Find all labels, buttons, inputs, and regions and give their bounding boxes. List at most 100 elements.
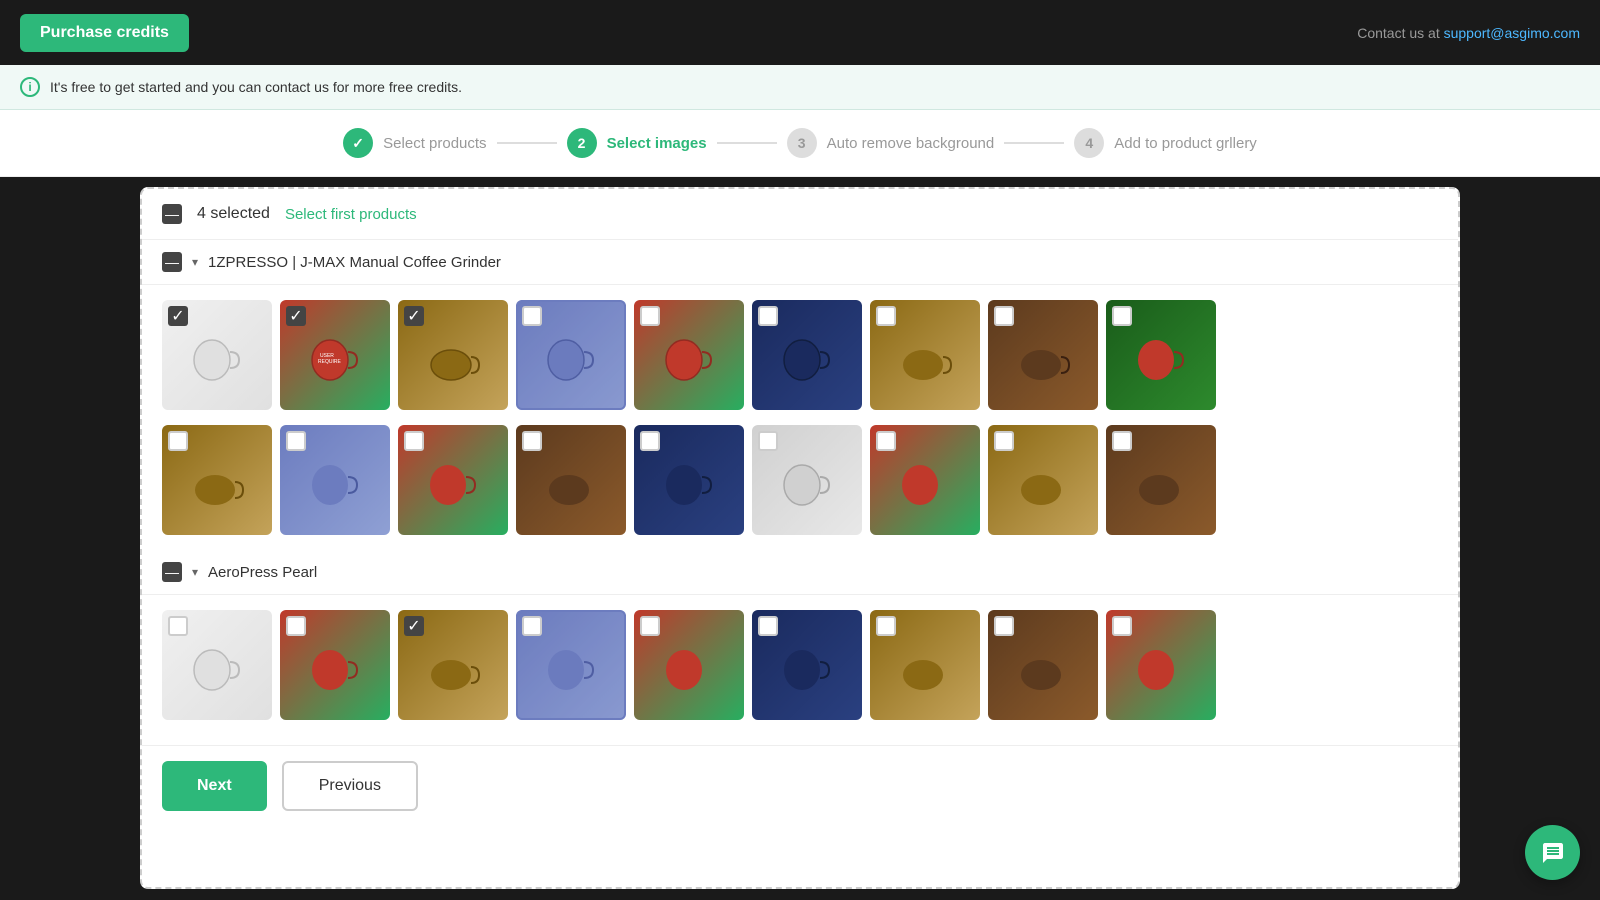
product-2-title: AeroPress Pearl [208, 564, 317, 581]
info-bar: i It's free to get started and you can c… [0, 65, 1600, 110]
image-checkbox[interactable] [404, 431, 424, 451]
step-3-circle: 3 [787, 128, 817, 158]
image-item[interactable] [1106, 610, 1216, 720]
image-item[interactable] [870, 300, 980, 410]
image-checkbox[interactable]: ✓ [286, 306, 306, 326]
image-checkbox[interactable] [168, 616, 188, 636]
image-checkbox[interactable] [758, 431, 778, 451]
product-1-section: — ▾ 1ZPRESSO | J-MAX Manual Coffee Grind… [142, 240, 1458, 550]
image-checkbox[interactable] [1112, 431, 1132, 451]
product-1-chevron: ▾ [192, 255, 198, 269]
image-checkbox[interactable] [168, 431, 188, 451]
product-2-image-grid: ✓ [142, 595, 1458, 735]
next-button[interactable]: Next [162, 761, 267, 811]
contact-label: Contact us at [1357, 25, 1440, 41]
image-item[interactable]: USERREQUIRE ✓ [280, 300, 390, 410]
image-checkbox[interactable]: ✓ [404, 306, 424, 326]
image-item[interactable] [516, 610, 626, 720]
contact-email-link[interactable]: support@asgimo.com [1444, 25, 1580, 41]
image-item[interactable] [988, 300, 1098, 410]
image-checkbox[interactable] [286, 431, 306, 451]
select-all-checkbox[interactable]: — [162, 204, 182, 224]
step-connector-1 [497, 142, 557, 144]
bottom-buttons: Next Previous [142, 745, 1458, 826]
image-item[interactable] [280, 610, 390, 720]
main-content: — 4 selected Select first products — ▾ 1… [0, 177, 1600, 899]
product-1-image-grid-row2 [142, 425, 1458, 550]
product-1-image-grid-row1: ✓ USERREQUIRE ✓ ✓ [142, 285, 1458, 425]
image-item[interactable] [162, 425, 272, 535]
product-1-header[interactable]: — ▾ 1ZPRESSO | J-MAX Manual Coffee Grind… [142, 240, 1458, 285]
purchase-credits-button[interactable]: Purchase credits [20, 14, 189, 52]
image-checkbox[interactable]: ✓ [168, 306, 188, 326]
image-checkbox[interactable] [758, 306, 778, 326]
image-item[interactable] [1106, 425, 1216, 535]
image-item[interactable] [1106, 300, 1216, 410]
image-item[interactable] [634, 610, 744, 720]
image-checkbox[interactable] [522, 306, 542, 326]
image-item[interactable] [752, 425, 862, 535]
selection-header: — 4 selected Select first products [142, 189, 1458, 240]
content-panel: — 4 selected Select first products — ▾ 1… [140, 187, 1460, 889]
previous-button[interactable]: Previous [282, 761, 418, 811]
image-item[interactable]: ✓ [398, 300, 508, 410]
product-1-checkbox[interactable]: — [162, 252, 182, 272]
step-4: 4 Add to product grllery [1074, 128, 1257, 158]
product-1-title: 1ZPRESSO | J-MAX Manual Coffee Grinder [208, 254, 501, 271]
step-4-label: Add to product grllery [1114, 135, 1257, 152]
info-icon: i [20, 77, 40, 97]
image-item[interactable] [162, 610, 272, 720]
image-item[interactable] [988, 610, 1098, 720]
image-checkbox[interactable] [876, 616, 896, 636]
step-4-circle: 4 [1074, 128, 1104, 158]
contact-info: Contact us at support@asgimo.com [1357, 25, 1580, 41]
image-item[interactable] [634, 300, 744, 410]
image-checkbox[interactable] [994, 431, 1014, 451]
step-2-label: Select images [607, 135, 707, 152]
image-checkbox[interactable] [994, 616, 1014, 636]
image-item[interactable] [516, 425, 626, 535]
image-checkbox[interactable] [522, 616, 542, 636]
image-item[interactable]: ✓ [162, 300, 272, 410]
step-2-circle: 2 [567, 128, 597, 158]
image-item[interactable] [280, 425, 390, 535]
product-2-chevron: ▾ [192, 565, 198, 579]
image-checkbox[interactable] [640, 431, 660, 451]
image-item[interactable]: ✓ [398, 610, 508, 720]
image-item[interactable] [870, 610, 980, 720]
image-checkbox[interactable] [640, 306, 660, 326]
product-2-section: — ▾ AeroPress Pearl [142, 550, 1458, 735]
step-3: 3 Auto remove background [787, 128, 995, 158]
header: Purchase credits Contact us at support@a… [0, 0, 1600, 65]
product-2-header[interactable]: — ▾ AeroPress Pearl [142, 550, 1458, 595]
image-item[interactable] [516, 300, 626, 410]
svg-text:REQUIRE: REQUIRE [318, 359, 341, 365]
image-item[interactable] [398, 425, 508, 535]
image-checkbox[interactable] [522, 431, 542, 451]
image-checkbox[interactable] [994, 306, 1014, 326]
image-item[interactable] [634, 425, 744, 535]
image-item[interactable] [752, 610, 862, 720]
image-item[interactable] [988, 425, 1098, 535]
step-1-circle: ✓ [343, 128, 373, 158]
chat-button[interactable] [1525, 825, 1580, 880]
step-1: ✓ Select products [343, 128, 486, 158]
image-item[interactable] [752, 300, 862, 410]
step-2: 2 Select images [567, 128, 707, 158]
step-3-label: Auto remove background [827, 135, 995, 152]
step-1-label: Select products [383, 135, 486, 152]
image-checkbox[interactable] [876, 306, 896, 326]
image-checkbox[interactable] [758, 616, 778, 636]
image-checkbox[interactable]: ✓ [404, 616, 424, 636]
image-checkbox[interactable] [1112, 616, 1132, 636]
step-connector-3 [1004, 142, 1064, 144]
image-checkbox[interactable] [640, 616, 660, 636]
selected-count: 4 selected [197, 205, 270, 223]
image-checkbox[interactable] [1112, 306, 1132, 326]
steps-bar: ✓ Select products 2 Select images 3 Auto… [0, 110, 1600, 177]
image-checkbox[interactable] [286, 616, 306, 636]
image-checkbox[interactable] [876, 431, 896, 451]
select-first-products-link[interactable]: Select first products [285, 206, 417, 223]
image-item[interactable] [870, 425, 980, 535]
product-2-checkbox[interactable]: — [162, 562, 182, 582]
